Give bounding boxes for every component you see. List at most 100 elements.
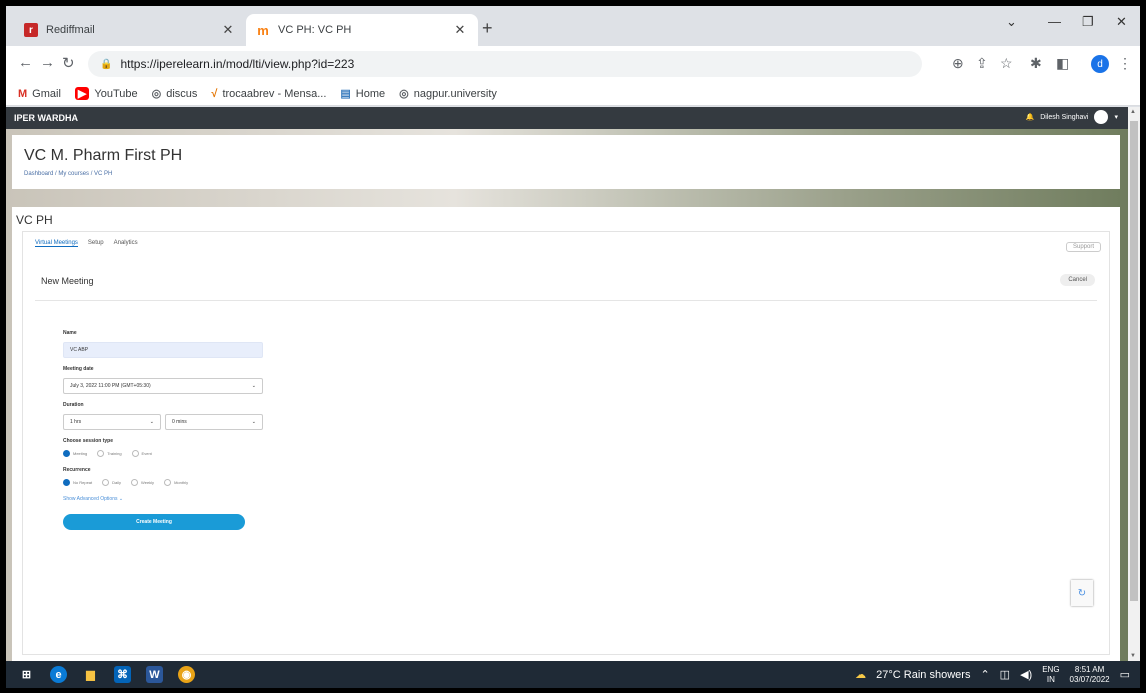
radio-event[interactable]: Event: [131, 450, 152, 457]
maximize-icon[interactable]: ❐: [1082, 14, 1094, 30]
bookmark-star-icon[interactable]: ☆: [1000, 55, 1013, 72]
tab-setup[interactable]: Setup: [88, 240, 104, 247]
name-input[interactable]: VC ABP: [63, 342, 263, 358]
cancel-button[interactable]: Cancel: [1060, 274, 1095, 286]
zoom-icon[interactable]: ⊕: [952, 55, 964, 72]
windows-start-icon[interactable]: ⊞: [18, 666, 35, 683]
back-icon[interactable]: ←: [18, 54, 33, 71]
bookmark-trocaabrev[interactable]: √ trocaabrev - Mensa...: [211, 88, 326, 100]
user-menu[interactable]: 🔔 Dilesh Singhavi ▾: [1026, 110, 1118, 124]
meeting-date-select[interactable]: July 3, 2022 11:00 PM (GMT+05:30) ⌄: [63, 378, 263, 394]
recurrence-label: Recurrence: [63, 467, 91, 473]
teams-icon[interactable]: ⌘: [114, 666, 131, 683]
bookmark-nagpur[interactable]: ◎ nagpur.university: [399, 87, 497, 101]
bookmark-gmail[interactable]: M Gmail: [18, 88, 61, 100]
tab-rediffmail[interactable]: r Rediffmail ✕: [14, 14, 246, 46]
radio-dot: [63, 450, 70, 457]
create-meeting-button[interactable]: Create Meeting: [63, 514, 245, 530]
profile-avatar[interactable]: d: [1091, 55, 1109, 73]
vertical-scrollbar[interactable]: ▲ ▼: [1128, 107, 1140, 661]
bookmark-youtube[interactable]: ▶ YouTube: [74, 87, 138, 100]
recurrence-group: No Repeat Daily Weekly Monthly: [63, 479, 263, 486]
chevron-down-icon: ⌄: [118, 496, 124, 502]
word-icon[interactable]: W: [146, 666, 163, 683]
new-meeting-form: Name VC ABP Meeting date July 3, 2022 11…: [63, 330, 263, 530]
minimize-icon[interactable]: —: [1048, 14, 1061, 29]
radio-dot: [97, 450, 105, 457]
tab-vc-ph[interactable]: m VC PH: VC PH ✕: [246, 14, 478, 46]
close-window-icon[interactable]: ✕: [1116, 14, 1127, 30]
bookmark-home[interactable]: ▤ Home: [340, 87, 385, 101]
site-name[interactable]: IPER WARDHA: [14, 113, 78, 123]
activity-tabs: Virtual Meetings Setup Analytics: [35, 240, 138, 247]
recaptcha-icon: ↻: [1077, 587, 1087, 599]
radio-weekly[interactable]: Weekly: [131, 479, 154, 486]
browser-tab-bar: r Rediffmail ✕ m VC PH: VC PH ✕ + ⌄ — ❐ …: [6, 6, 1140, 46]
close-tab-icon[interactable]: ✕: [220, 22, 236, 38]
clock[interactable]: 8:51 AM 03/07/2022: [1070, 665, 1110, 685]
network-icon[interactable]: ◫: [1000, 668, 1010, 681]
lang-text: ENG: [1042, 664, 1060, 674]
radio-label: Weekly: [141, 480, 155, 485]
radio-label: Meeting: [73, 451, 88, 456]
radio-monthly[interactable]: Monthly: [164, 479, 188, 486]
support-label: Support: [1072, 244, 1094, 250]
scroll-down-icon[interactable]: ▼: [1130, 653, 1136, 659]
language-indicator[interactable]: ENG IN: [1042, 665, 1059, 685]
tray-overflow-icon[interactable]: ⌃: [980, 668, 989, 681]
radio-training[interactable]: Training: [97, 450, 122, 457]
radio-no-repeat[interactable]: No Repeat: [63, 479, 92, 486]
youtube-icon: ▶: [74, 87, 90, 100]
weather-text[interactable]: 27°C Rain showers: [876, 669, 970, 681]
moodle-icon: m: [257, 22, 269, 38]
section-title: New Meeting: [41, 276, 94, 286]
address-bar[interactable]: 🔒 https://iperelearn.in/mod/lti/view.php…: [88, 51, 922, 77]
duration-mins-select[interactable]: 0 mins ⌄: [165, 414, 263, 430]
duration-label: Duration: [63, 402, 84, 408]
scroll-up-icon[interactable]: ▲: [1130, 109, 1136, 115]
edge-icon[interactable]: e: [50, 666, 67, 683]
scroll-thumb[interactable]: [1130, 121, 1138, 601]
home-icon: ▤: [340, 88, 351, 100]
radio-label: Monthly: [174, 480, 189, 485]
reload-icon[interactable]: ↻: [62, 54, 75, 72]
forward-icon[interactable]: →: [40, 54, 55, 71]
sidepanel-icon[interactable]: ◧: [1056, 55, 1069, 72]
duration-row: 1 hrs ⌄ 0 mins ⌄: [63, 414, 263, 438]
recaptcha-badge[interactable]: ↻: [1071, 580, 1093, 606]
tab-analytics[interactable]: Analytics: [114, 240, 138, 247]
divider: [35, 300, 1097, 301]
bookmark-label: nagpur.university: [413, 87, 497, 100]
advanced-label: Show Advanced Options: [63, 496, 118, 502]
radio-label: Training: [107, 451, 122, 456]
breadcrumb[interactable]: Dashboard / My courses / VC PH: [24, 171, 112, 177]
hours-value: 1 hrs: [70, 419, 82, 425]
volume-icon[interactable]: ◀): [1020, 668, 1032, 681]
radio-meeting[interactable]: Meeting: [63, 450, 87, 457]
rediff-icon: r: [24, 23, 38, 37]
chevron-down-icon: ⌄: [149, 419, 154, 425]
notification-icon[interactable]: 🔔: [1026, 113, 1035, 121]
tab-virtual-meetings[interactable]: Virtual Meetings: [35, 240, 78, 247]
share-icon[interactable]: ⇪: [976, 55, 988, 72]
radio-daily[interactable]: Daily: [102, 479, 121, 486]
duration-hours-select[interactable]: 1 hrs ⌄: [63, 414, 161, 430]
session-type-group: Meeting Training Event: [63, 450, 263, 457]
tab-search-icon[interactable]: ⌄: [1006, 14, 1017, 30]
extensions-icon[interactable]: ✱: [1030, 55, 1042, 72]
avatar[interactable]: [1094, 110, 1109, 124]
radio-dot: [63, 479, 70, 486]
bookmark-discus[interactable]: ◎ discus: [152, 87, 198, 101]
browser-toolbar: ← → ↻ 🔒 https://iperelearn.in/mod/lti/vi…: [6, 46, 1140, 82]
menu-icon[interactable]: ⋮: [1118, 55, 1132, 72]
bookmark-label: trocaabrev - Mensa...: [222, 87, 327, 100]
chevron-down-icon: ⌄: [251, 383, 256, 389]
close-tab-icon[interactable]: ✕: [452, 22, 468, 38]
chrome-icon[interactable]: ◉: [178, 666, 195, 683]
notification-center-icon[interactable]: ▭: [1120, 668, 1130, 681]
file-explorer-icon[interactable]: ▆: [82, 666, 99, 683]
name-value: VC ABP: [70, 347, 89, 353]
new-tab-icon[interactable]: +: [482, 18, 493, 39]
advanced-options-link[interactable]: Show Advanced Options ⌄: [63, 496, 263, 502]
support-button[interactable]: Support: [1065, 242, 1101, 252]
